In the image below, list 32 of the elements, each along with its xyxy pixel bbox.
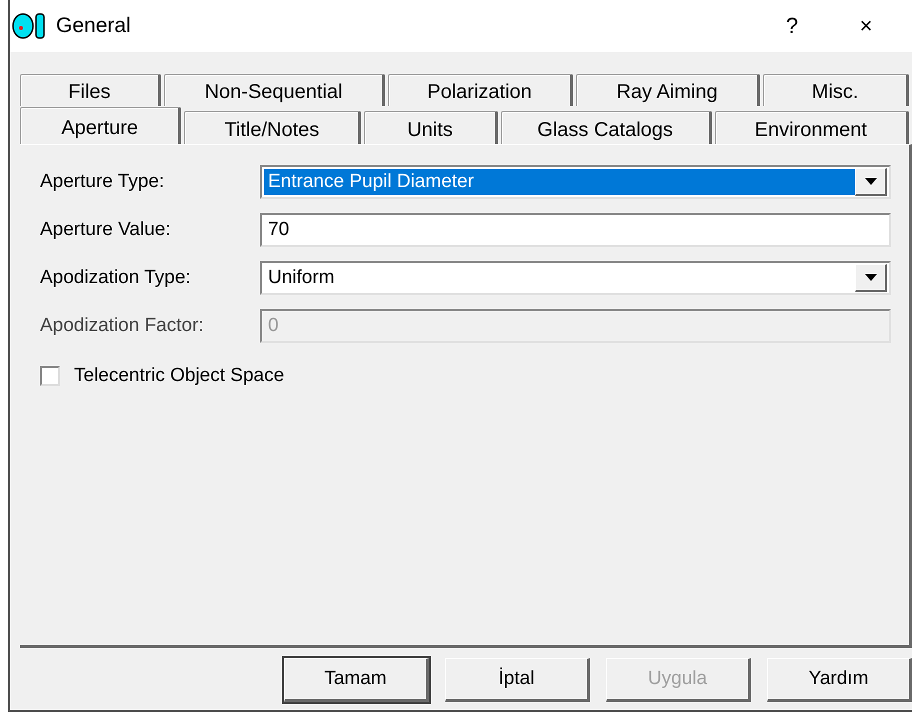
field-label: Apodization Factor: — [40, 315, 205, 337]
checkbox-label: Telecentric Object Space — [74, 365, 284, 387]
dropdown-button[interactable] — [855, 264, 887, 292]
field-label: Apodization Type: — [40, 267, 192, 289]
tab[interactable]: Files — [20, 74, 161, 106]
caret-icon — [864, 178, 876, 185]
caret-icon — [864, 274, 876, 281]
dropdown-value: Entrance Pupil Diameter — [264, 169, 855, 195]
tab[interactable]: Aperture — [20, 107, 182, 144]
field-label: Aperture Value: — [40, 219, 172, 241]
dialog-button[interactable]: İptal — [445, 658, 590, 702]
tab[interactable]: Non-Sequential — [164, 74, 386, 106]
window-title: General — [56, 14, 132, 38]
app-icon — [12, 12, 46, 40]
dialog-button[interactable]: Tamam — [284, 658, 429, 702]
input-field[interactable]: 70 — [260, 213, 891, 247]
field-label: Aperture Type: — [40, 171, 166, 193]
tab[interactable]: Glass Catalogs — [500, 111, 712, 144]
dropdown-value: Uniform — [267, 266, 336, 290]
tab[interactable]: Environment — [714, 111, 909, 144]
checkbox[interactable] — [40, 366, 60, 386]
tab[interactable]: Title/Notes — [184, 111, 362, 144]
tab[interactable]: Polarization — [388, 74, 573, 106]
tab[interactable]: Ray Aiming — [576, 74, 760, 106]
dropdown-field[interactable]: Entrance Pupil Diameter — [260, 165, 891, 199]
tab[interactable]: Units — [364, 111, 498, 144]
close-button[interactable]: × — [838, 13, 894, 39]
dropdown-button[interactable] — [855, 168, 887, 196]
dropdown-field[interactable]: Uniform — [260, 261, 891, 295]
tab[interactable]: Misc. — [763, 74, 909, 106]
dialog-button[interactable]: Yardım — [767, 658, 912, 702]
help-button[interactable]: ? — [764, 13, 820, 39]
